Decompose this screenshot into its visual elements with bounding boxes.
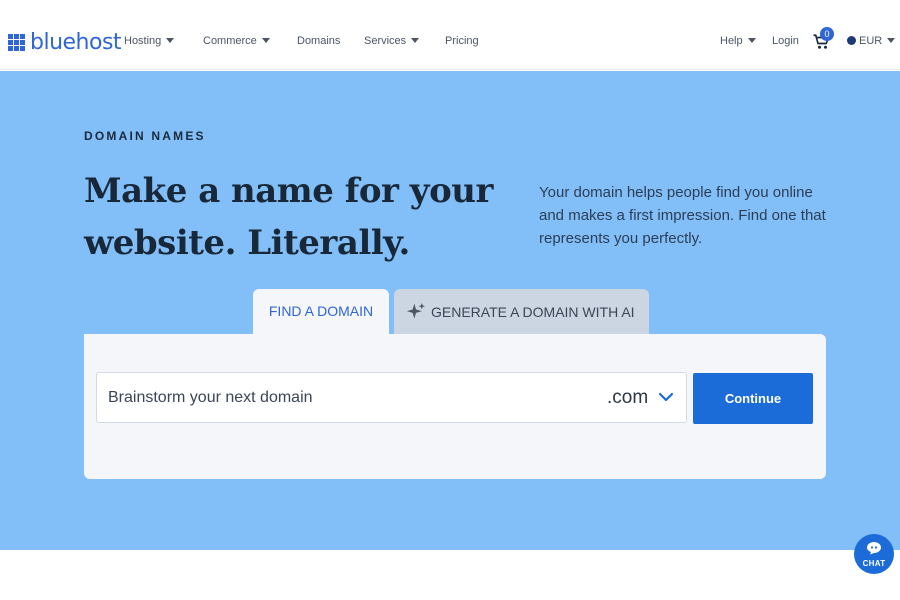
nav-item-hosting[interactable]: Hosting [124, 35, 175, 47]
currency-flag-icon [847, 36, 856, 45]
headline-line-2: website. Literally. [84, 223, 410, 263]
tab-label: GENERATE A DOMAIN WITH AI [431, 303, 635, 320]
currency-label: EUR [859, 35, 883, 47]
nav-item-label: Commerce [203, 35, 257, 47]
nav-item-label: Hosting [124, 35, 162, 47]
caret-down-icon [887, 38, 896, 43]
tab-find-a-domain[interactable]: FIND A DOMAIN [253, 289, 389, 334]
tab-label: FIND A DOMAIN [268, 303, 374, 319]
caret-down-icon [411, 38, 420, 43]
logo-grid-icon [8, 33, 25, 51]
logo-text: bluehost [30, 29, 122, 55]
continue-button[interactable]: Continue [693, 373, 813, 424]
caret-down-icon [747, 38, 756, 43]
caret-down-icon [166, 38, 175, 43]
chat-label: CHAT [862, 559, 886, 568]
section-eyebrow: DOMAIN NAMES [84, 129, 206, 143]
chevron-down-icon[interactable] [658, 389, 674, 405]
chat-button[interactable]: CHAT [854, 534, 894, 574]
nav-item-domains[interactable]: Domains [297, 35, 340, 47]
nav-login[interactable]: Login [772, 35, 799, 47]
chat-bubble-icon [867, 542, 881, 555]
currency-selector[interactable]: EUR [847, 35, 896, 47]
domain-search-panel: .com Continue [84, 334, 826, 479]
nav-item-label: Pricing [445, 35, 479, 47]
domain-search-box: .com [96, 372, 687, 423]
nav-item-pricing[interactable]: Pricing [445, 35, 479, 47]
tld-selector-value[interactable]: .com [607, 387, 648, 409]
nav-item-commerce[interactable]: Commerce [203, 35, 270, 47]
sparkle-icon [406, 302, 426, 319]
tab-generate-with-ai[interactable]: GENERATE A DOMAIN WITH AI [394, 289, 649, 334]
caret-down-icon [261, 38, 270, 43]
nav-login-label: Login [772, 35, 799, 47]
bluehost-logo[interactable]: bluehost [8, 29, 122, 55]
top-navigation: bluehost Hosting Commerce Domains Servic… [0, 0, 900, 70]
nav-item-label: Domains [297, 35, 341, 47]
hero-section: DOMAIN NAMES Make a name for your websit… [0, 71, 900, 550]
nav-item-label: Services [364, 35, 407, 47]
headline-line-1: Make a name for your [84, 171, 493, 211]
page-headline: Make a name for your website. Literally. [84, 165, 504, 269]
hero-description: Your domain helps people find you online… [539, 184, 826, 247]
nav-help[interactable]: Help [720, 35, 756, 47]
nav-item-services[interactable]: Services [364, 35, 420, 47]
domain-search-input[interactable] [97, 373, 587, 422]
nav-help-label: Help [720, 35, 743, 47]
cart-count-badge: 0 [820, 27, 834, 41]
